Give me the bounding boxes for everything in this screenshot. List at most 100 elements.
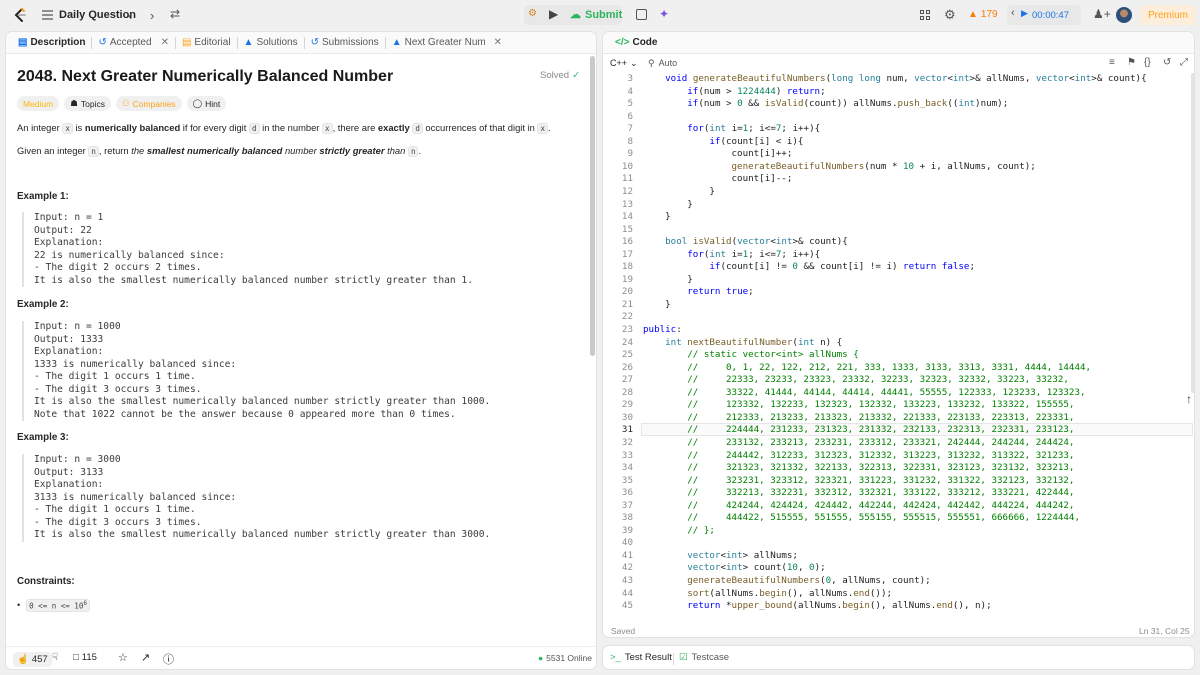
code-line[interactable]: 34 // 321323, 321332, 322133, 322313, 32… <box>613 462 1193 475</box>
code-line[interactable]: 24 int nextBeautifulNumber(int n) { <box>613 337 1193 350</box>
avatar[interactable] <box>1116 7 1132 23</box>
streak[interactable]: ▲ 179 <box>968 9 998 20</box>
code-line[interactable]: 39 // }; <box>613 525 1193 538</box>
like-button[interactable]: ☝ 457 <box>13 652 52 667</box>
debug-icon[interactable]: ⚙ <box>528 8 537 19</box>
code-line[interactable]: 9 count[i]++; <box>613 148 1193 161</box>
tab-editorial[interactable]: ▤ Editorial <box>176 32 237 54</box>
code-line[interactable]: 19 } <box>613 274 1193 287</box>
nav-title[interactable]: Daily Question <box>59 9 136 21</box>
console-panel: >_ Test Result ☑ Testcase <box>602 645 1195 670</box>
code-line[interactable]: 30 // 212333, 213233, 213323, 213332, 22… <box>613 412 1193 425</box>
tab-description[interactable]: ▤ Description <box>12 32 91 54</box>
code-line[interactable]: 27 // 22333, 23233, 23323, 23332, 32233,… <box>613 374 1193 387</box>
tab-test-result[interactable]: >_ Test Result <box>610 652 672 663</box>
code-line[interactable]: 12 } <box>613 186 1193 199</box>
line-code: vector<int> count(10, 0); <box>687 562 826 574</box>
share-icon[interactable]: ↗ <box>141 651 150 664</box>
comments-button[interactable]: □ 115 <box>73 652 97 663</box>
code-line[interactable]: 6 <box>613 111 1193 124</box>
language-select[interactable]: C++ ⌄ <box>610 58 638 69</box>
code-line[interactable]: 11 count[i]--; <box>613 173 1193 186</box>
code-line[interactable]: 20 return true; <box>613 286 1193 299</box>
tab-testcase[interactable]: ☑ Testcase <box>679 652 729 663</box>
scrollbar[interactable] <box>590 56 595 356</box>
auto-toggle[interactable]: ⚲ Auto <box>648 58 677 69</box>
expand-icon[interactable]: ⤢ <box>1180 57 1188 68</box>
braces-icon[interactable]: {} <box>1144 57 1151 68</box>
code-line[interactable]: 16 bool isValid(vector<int>& count){ <box>613 236 1193 249</box>
code-line[interactable]: 40 <box>613 537 1193 550</box>
code-line[interactable]: 28 // 33322, 41444, 44144, 44414, 44441,… <box>613 387 1193 400</box>
code-line[interactable]: 3 void generateBeautifulNumbers(long lon… <box>613 73 1193 86</box>
bookmark-icon[interactable]: ⚑ <box>1127 57 1136 68</box>
description-para-1: An integer x is numerically balanced if … <box>17 122 587 134</box>
code-line[interactable]: 36 // 332213, 332231, 332312, 332321, 33… <box>613 487 1193 500</box>
code-line[interactable]: 7 for(int i=1; i<=7; i++){ <box>613 123 1193 136</box>
code-line[interactable]: 4 if(num > 1224444) return; <box>613 86 1193 99</box>
code-line[interactable]: 29 // 123332, 132233, 132323, 132332, 13… <box>613 399 1193 412</box>
thumbs-up-icon: ☝ <box>17 654 29 665</box>
code-line[interactable]: 17 for(int i=1; i<=7; i++){ <box>613 249 1193 262</box>
code-line[interactable]: 38 // 444422, 515555, 551555, 555155, 55… <box>613 512 1193 525</box>
logo-icon[interactable] <box>12 7 28 23</box>
thumbs-down-icon[interactable]: ☟ <box>52 652 58 663</box>
notes-icon[interactable] <box>636 9 647 20</box>
premium-button[interactable]: Premium <box>1140 5 1196 25</box>
code-line[interactable]: 15 <box>613 224 1193 237</box>
run-icon[interactable]: ▶ <box>549 7 558 21</box>
reset-icon[interactable]: ↺ <box>1163 57 1171 68</box>
code-line[interactable]: 31 // 224444, 231233, 231323, 231332, 23… <box>613 424 1193 437</box>
shuffle-icon[interactable]: ⇄ <box>170 7 180 21</box>
ai-sparkle-icon[interactable]: ✦ <box>659 7 669 21</box>
code-line[interactable]: 37 // 424244, 424424, 424442, 442244, 44… <box>613 500 1193 513</box>
code-line[interactable]: 33 // 244442, 312233, 312323, 312332, 31… <box>613 450 1193 463</box>
timer-play-icon[interactable]: ▶ <box>1021 8 1028 19</box>
scrollbar[interactable] <box>1191 73 1194 393</box>
problem-list-icon[interactable] <box>40 8 54 22</box>
tab-submissions[interactable]: ↺ Submissions <box>305 32 385 54</box>
close-icon[interactable]: ✕ <box>494 37 502 48</box>
tab-code[interactable]: </> Code <box>609 32 663 54</box>
code-line[interactable]: 26 // 0, 1, 22, 122, 212, 221, 333, 1333… <box>613 362 1193 375</box>
code-line[interactable]: 14 } <box>613 211 1193 224</box>
code-line[interactable]: 25 // static vector<int> allNums { <box>613 349 1193 362</box>
code-line[interactable]: 42 vector<int> count(10, 0); <box>613 562 1193 575</box>
tab-solutions[interactable]: ▲ Solutions <box>238 32 304 54</box>
close-icon[interactable]: ✕ <box>161 37 169 48</box>
code-line[interactable]: 13 } <box>613 199 1193 212</box>
timer-collapse-icon[interactable]: ‹ <box>1011 7 1015 19</box>
code-line[interactable]: 23 public: <box>613 324 1193 337</box>
code-line[interactable]: 5 if(num > 0 && isValid(count)) allNums.… <box>613 98 1193 111</box>
code-line[interactable]: 10 generateBeautifulNumbers(num * 10 + i… <box>613 161 1193 174</box>
add-user-icon[interactable]: ♟+ <box>1093 7 1111 21</box>
code-line[interactable]: 18 if(count[i] != 0 && count[i] != i) re… <box>613 261 1193 274</box>
submit-button[interactable]: ☁ Submit <box>570 8 622 22</box>
tab-accepted[interactable]: ↺ Accepted ✕ <box>92 32 174 54</box>
code-editor[interactable]: 3 void generateBeautifulNumbers(long lon… <box>603 73 1194 619</box>
code-line[interactable]: 41 vector<int> allNums; <box>613 550 1193 563</box>
tag-icon: ☗ <box>70 98 78 108</box>
hint-tag[interactable]: ◯ Hint <box>186 96 227 111</box>
code-line[interactable]: 35 // 323231, 323312, 323321, 331223, 33… <box>613 475 1193 488</box>
help-icon[interactable]: ⓘ <box>163 651 174 667</box>
code-line[interactable]: 32 // 233132, 233213, 233231, 233312, 23… <box>613 437 1193 450</box>
tab-label: Next Greater Numer <box>404 37 485 48</box>
next-problem-icon[interactable]: › <box>150 8 154 23</box>
code-line[interactable]: 43 generateBeautifulNumbers(0, allNums, … <box>613 575 1193 588</box>
tab-next-greater[interactable]: ▲Next Greater Numer ✕ <box>386 32 508 54</box>
code-line[interactable]: 22 <box>613 311 1193 324</box>
format-icon[interactable]: ≡ <box>1109 57 1115 68</box>
companies-tag[interactable]: ⚇ Companies <box>115 96 182 111</box>
code-line[interactable]: 45 return *upper_bound(allNums.begin(), … <box>613 600 1193 613</box>
line-code: if(num > 1224444) return; <box>687 85 826 97</box>
prev-problem-icon[interactable]: ‹ <box>128 8 132 23</box>
timer[interactable]: 00:00:47 <box>1032 10 1069 21</box>
layout-icon[interactable] <box>920 10 930 20</box>
topics-tag[interactable]: ☗ Topics <box>64 96 111 111</box>
code-line[interactable]: 8 if(count[i] < i){ <box>613 136 1193 149</box>
settings-icon[interactable]: ⚙ <box>944 7 956 23</box>
star-icon[interactable]: ☆ <box>118 651 128 664</box>
code-line[interactable]: 21 } <box>613 299 1193 312</box>
code-line[interactable]: 44 sort(allNums.begin(), allNums.end()); <box>613 588 1193 601</box>
